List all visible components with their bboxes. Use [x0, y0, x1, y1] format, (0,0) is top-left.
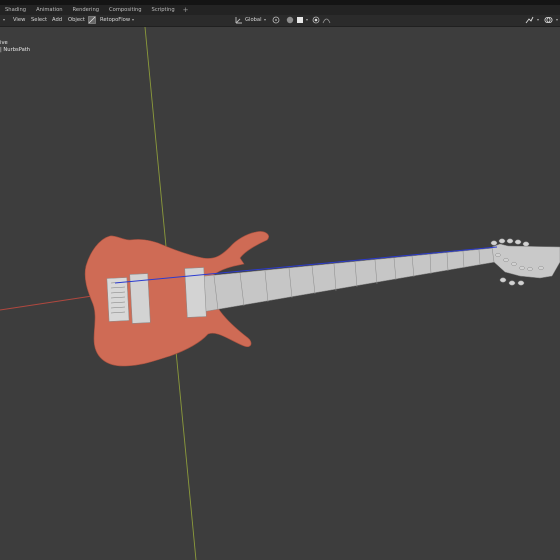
chevron-down-icon — [537, 18, 539, 21]
menu-select[interactable]: Select — [31, 15, 47, 26]
proportional-falloff-icon[interactable] — [322, 15, 331, 26]
chevron-down-icon — [132, 18, 135, 21]
add-workspace-button[interactable]: + — [180, 5, 192, 15]
chevron-down-icon — [306, 18, 308, 21]
transform-orientation-icon[interactable] — [235, 15, 243, 26]
menu-object[interactable]: Object — [68, 15, 85, 26]
snap-icon[interactable] — [286, 15, 294, 26]
overlays-dropdown[interactable] — [554, 15, 558, 26]
snap-target-icon[interactable] — [296, 15, 304, 26]
proportional-editing-icon[interactable] — [312, 15, 320, 26]
workspace-tabs: Shading Animation Rendering Compositing … — [0, 5, 560, 15]
orientation-label: Global — [245, 17, 262, 23]
viewport-header: View Select Add Object RetopoFlow Global — [0, 15, 560, 27]
retopoflow-icon[interactable] — [88, 15, 96, 26]
menu-add[interactable]: Add — [52, 15, 62, 26]
tab-animation[interactable]: Animation — [31, 5, 67, 15]
pivot-point-icon[interactable] — [272, 15, 281, 26]
retopoflow-label: RetopoFlow — [100, 17, 131, 23]
tab-shading[interactable]: Shading — [0, 5, 31, 15]
tab-compositing[interactable]: Compositing — [104, 5, 147, 15]
bridge[interactable] — [106, 277, 130, 322]
chevron-down-icon — [3, 18, 5, 21]
chevron-down-icon — [263, 18, 266, 21]
snap-dropdown[interactable] — [304, 15, 308, 26]
3d-viewport[interactable] — [0, 27, 560, 560]
tab-scripting[interactable]: Scripting — [147, 5, 180, 15]
viewport-gizmo-icon[interactable] — [525, 15, 534, 26]
menu-view[interactable]: View — [13, 15, 25, 26]
tab-rendering[interactable]: Rendering — [68, 5, 105, 15]
mode-dropdown[interactable] — [1, 15, 5, 26]
chevron-down-icon — [556, 18, 558, 21]
retopoflow-menu[interactable]: RetopoFlow — [100, 15, 135, 26]
overlays-icon[interactable] — [544, 15, 553, 26]
guitar-headstock[interactable] — [491, 243, 560, 279]
transform-orientation-dropdown[interactable]: Global — [245, 15, 266, 26]
gizmo-dropdown[interactable] — [535, 15, 539, 26]
